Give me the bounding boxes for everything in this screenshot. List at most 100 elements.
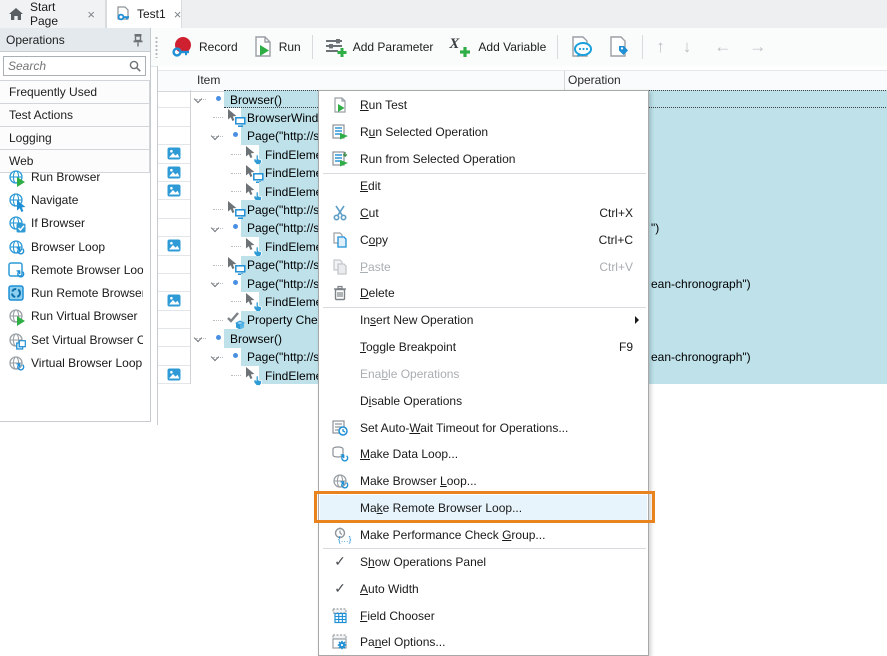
gutter-cell	[158, 127, 190, 145]
run-browser-icon	[8, 169, 24, 185]
gutter-cell	[158, 311, 190, 329]
operation-item-run-browser[interactable]: Run Browser	[0, 165, 150, 188]
checkpoint-icon	[227, 312, 243, 328]
category-frequently-used[interactable]: Frequently Used	[0, 80, 150, 104]
close-icon[interactable]: ×	[172, 7, 184, 22]
search-input[interactable]	[4, 59, 128, 73]
operation-item-run-remote-browser[interactable]: Run Remote Browser	[0, 281, 150, 304]
row-label: Page("http://s	[247, 258, 319, 272]
close-icon[interactable]: ×	[85, 7, 97, 22]
operation-item-navigate[interactable]: Navigate	[0, 188, 150, 211]
category-test-actions[interactable]: Test Actions	[0, 103, 150, 127]
row-label: Browser()	[230, 93, 282, 107]
description-button[interactable]	[562, 32, 600, 62]
menu-item-edit[interactable]: Edit	[320, 173, 647, 200]
tab-test1[interactable]: Test1 ×	[106, 0, 182, 28]
element-icon	[245, 183, 261, 199]
menu-item-disable-operations[interactable]: Disable Operations	[320, 387, 647, 414]
virtual-browser-loop-icon: ↻	[8, 355, 24, 371]
column-header-item[interactable]: Item	[197, 73, 220, 87]
thumbnail-icon	[167, 166, 181, 179]
chevron-down-icon[interactable]	[194, 334, 202, 342]
set-virtual-browser-icon	[8, 332, 24, 348]
thumbnail-cell[interactable]	[158, 145, 190, 163]
arrow-right-icon[interactable]: →	[740, 37, 775, 57]
menu-item-delete[interactable]: Delete	[320, 280, 647, 307]
row-icon	[227, 220, 229, 234]
operation-item-remote-browser-loop[interactable]: ↻Remote Browser Loop	[0, 258, 150, 281]
record-button[interactable]: Record	[163, 32, 245, 62]
tab-start-page[interactable]: Start Page ×	[0, 0, 106, 28]
row-label: Page("http://s	[247, 221, 319, 235]
operation-item-set-virtual-browser-o-[interactable]: Set Virtual Browser O...	[0, 328, 150, 351]
menu-item-show-operations-panel[interactable]: ✓Show Operations Panel	[320, 548, 647, 575]
menu-item-run-from-selected-operation[interactable]: Run from Selected Operation	[320, 146, 647, 173]
column-divider[interactable]	[564, 71, 565, 91]
add-variable-button[interactable]: X Add Variable	[440, 32, 553, 62]
arrow-down-icon[interactable]: ↓	[674, 37, 701, 57]
element-icon	[245, 367, 261, 383]
tag-icon	[607, 35, 631, 59]
menu-item-make-performance-check-group[interactable]: {…}Make Performance Check Group...	[320, 522, 647, 549]
row-icon	[227, 128, 229, 142]
menu-item-run-selected-operation[interactable]: Run Selected Operation	[320, 119, 647, 146]
tag-button[interactable]	[600, 32, 638, 62]
thumbnail-cell[interactable]	[158, 292, 190, 310]
menu-item-toggle-breakpoint[interactable]: Toggle BreakpointF9	[320, 334, 647, 361]
menu-item-paste[interactable]: PasteCtrl+V	[320, 253, 647, 280]
menu-item-label: Toggle Breakpoint	[360, 340, 619, 354]
operation-item-virtual-browser-loop[interactable]: ↻Virtual Browser Loop	[0, 351, 150, 374]
menu-item-make-data-loop[interactable]: ↻Make Data Loop...	[320, 441, 647, 468]
operation-item-if-browser[interactable]: If Browser	[0, 212, 150, 235]
tree-connector	[231, 173, 241, 174]
operation-item-label: Set Virtual Browser O...	[31, 333, 143, 347]
gutter-cell	[158, 274, 190, 292]
operation-item-browser-loop[interactable]: ↻Browser Loop	[0, 235, 150, 258]
row-icon	[227, 201, 243, 220]
pin-icon[interactable]	[132, 33, 144, 47]
arrow-left-icon[interactable]: ←	[700, 37, 740, 57]
operation-item-run-virtual-browser[interactable]: Run Virtual Browser	[0, 305, 150, 328]
tree-connector	[213, 265, 223, 266]
chevron-down-icon[interactable]	[211, 132, 219, 140]
operation-item-label: Navigate	[31, 193, 78, 207]
menu-item-panel-options[interactable]: Panel Options...	[320, 629, 647, 656]
menu-item-enable-operations[interactable]: Enable Operations	[320, 361, 647, 388]
toolbar-grip[interactable]	[155, 36, 158, 58]
search-icon[interactable]	[128, 59, 142, 73]
arrow-up-icon[interactable]: ↑	[647, 37, 674, 57]
operation-items: Run Browser Navigate If Browser↻Browser Lo…	[0, 165, 150, 375]
tree-connector	[213, 209, 223, 210]
menu-item-label: Cut	[360, 206, 599, 220]
menu-item-auto-width[interactable]: ✓Auto Width	[320, 575, 647, 602]
panel-options-icon	[332, 634, 348, 650]
tree-connector	[231, 154, 241, 155]
chevron-down-icon[interactable]	[211, 224, 219, 232]
row-icon	[245, 183, 261, 202]
menu-item-field-chooser[interactable]: Field Chooser	[320, 602, 647, 629]
menu-item-insert-new-operation[interactable]: Insert New Operation	[320, 307, 647, 334]
chevron-down-icon[interactable]	[211, 279, 219, 287]
category-logging[interactable]: Logging	[0, 126, 150, 150]
run-button[interactable]: Run	[245, 32, 308, 62]
add-parameter-button[interactable]: Add Parameter	[317, 32, 441, 62]
thumbnail-cell[interactable]	[158, 164, 190, 182]
menu-item-label: Set Auto-Wait Timeout for Operations...	[360, 421, 647, 435]
thumbnail-cell[interactable]	[158, 182, 190, 200]
menu-item-copy[interactable]: CopyCtrl+C	[320, 226, 647, 253]
column-header-operation[interactable]: Operation	[568, 73, 621, 87]
row-icon	[227, 312, 243, 331]
menu-shortcut: F9	[619, 340, 633, 354]
chevron-down-icon[interactable]	[211, 352, 219, 360]
menu-shortcut: Ctrl+V	[599, 260, 633, 274]
thumbnail-cell[interactable]	[158, 366, 190, 384]
run-label: Run	[279, 40, 301, 54]
menu-item-label: Show Operations Panel	[360, 555, 647, 569]
if-browser-icon	[8, 215, 24, 231]
thumbnail-cell[interactable]	[158, 237, 190, 255]
menu-item-set-auto-wait-timeout-for-operations[interactable]: Set Auto-Wait Timeout for Operations...	[320, 414, 647, 441]
cut-icon	[332, 205, 348, 221]
chevron-down-icon[interactable]	[194, 95, 202, 103]
menu-item-run-test[interactable]: Run Test	[320, 92, 647, 119]
menu-item-cut[interactable]: CutCtrl+X	[320, 199, 647, 226]
